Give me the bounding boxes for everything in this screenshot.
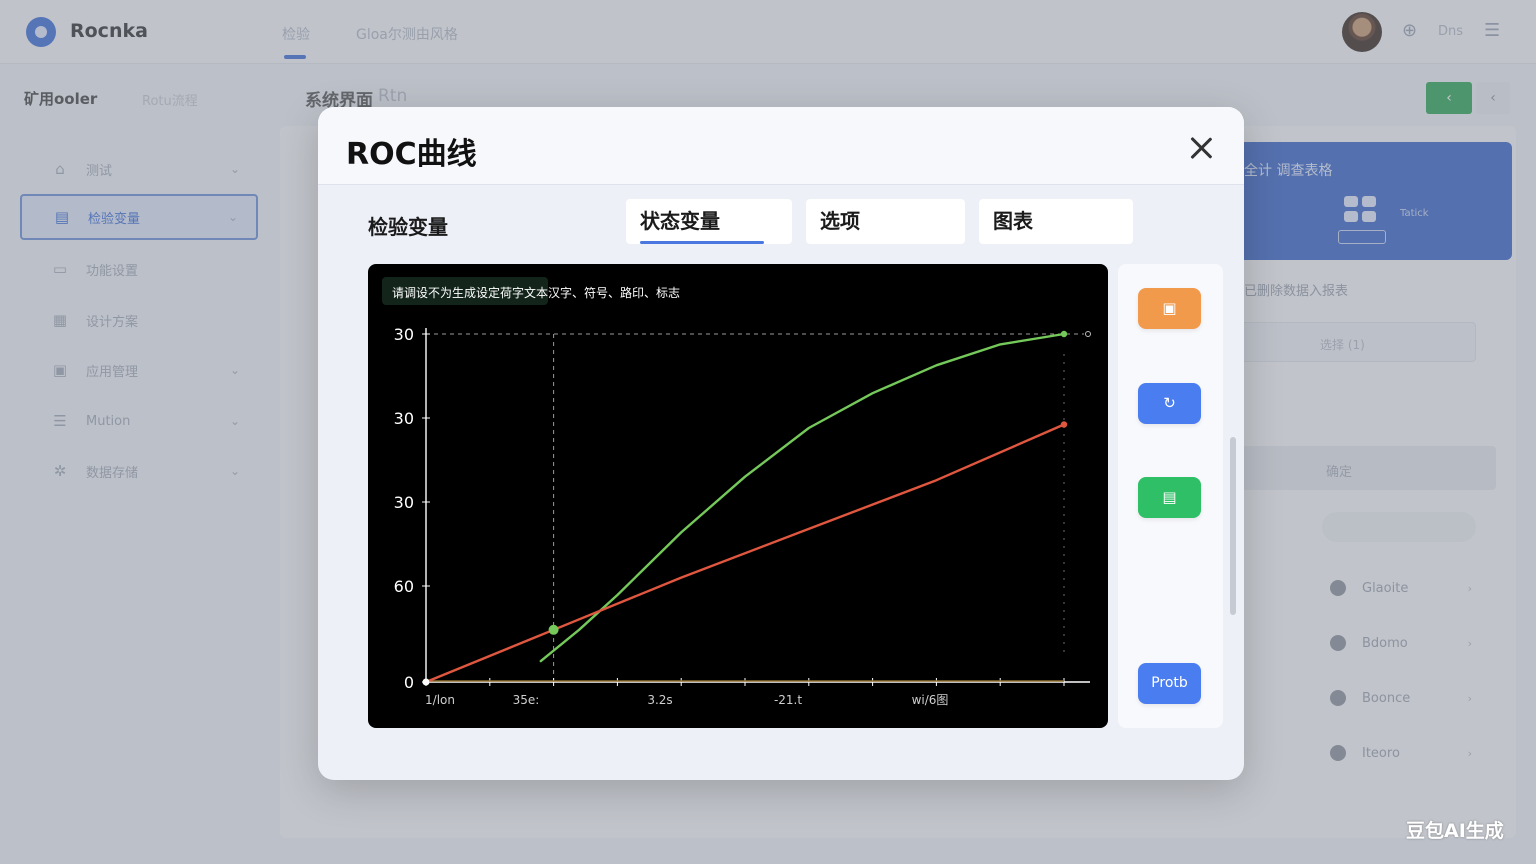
x-tick-label: 3.2s [647,693,672,707]
y-tick-label: 30 [394,325,414,344]
chart-annotation: 请调设不为生成设定荷字文本汉字、符号、路印、标志 [392,285,680,300]
x-tick-label: 35e: [513,693,540,707]
roc-chart-svg: 请调设不为生成设定荷字文本汉字、符号、路印、标志 30 30 30 60 0 1/lon 35… [382,277,1091,707]
series-line-1 [424,423,1066,684]
refresh-button[interactable]: ↻ [1138,383,1201,424]
origin-point [422,678,430,686]
roc-chart: 请调设不为生成设定荷字文本汉字、符号、路印、标志 30 30 30 60 0 1/lon 35… [368,264,1108,728]
dialog-scrollbar[interactable] [1230,437,1236,615]
x-tick-label: -21.t [774,693,802,707]
tab-label: 选项 [820,209,860,233]
active-tab-indicator [640,241,764,244]
guide-end-marker [1085,331,1091,337]
roc-dialog: ROC曲线 检验变量 状态变量 选项 图表 请调设不为生成设定荷字文本汉字、符号… [318,107,1244,780]
series-end-point-1 [1060,421,1068,428]
y-tick-label: 30 [394,493,414,512]
tab-status-variable[interactable]: 状态变量 [626,199,792,244]
intersection-point [548,624,559,635]
tab-chart[interactable]: 图表 [979,199,1133,244]
y-tick-label: 60 [394,577,414,596]
dialog-header: ROC曲线 [318,107,1244,185]
dialog-title: ROC曲线 [346,137,477,172]
save-icon: ▤ [1162,488,1177,506]
x-tick-label: 1/lon [425,693,455,707]
tab-options[interactable]: 选项 [806,199,965,244]
test-variable-label: 检验变量 [368,215,448,239]
close-icon[interactable] [1184,131,1218,165]
series-end-point-0 [1060,330,1068,338]
x-tick-label: wi/6图 [912,693,949,707]
export-image-button[interactable]: ▣ [1138,288,1201,329]
y-tick-label: 30 [394,409,414,428]
save-button[interactable]: ▤ [1138,477,1201,518]
series-line-0 [539,332,1066,663]
tab-label: 状态变量 [640,209,720,233]
refresh-icon: ↻ [1163,394,1176,412]
y-tick-label: 0 [404,673,414,692]
tab-label: 图表 [993,209,1033,233]
chart-action-panel: ▣ ↻ ▤ Protb [1118,264,1223,728]
primary-action-button[interactable]: Protb [1138,663,1201,704]
watermark: 豆包AI生成 [1406,820,1504,842]
image-icon: ▣ [1162,299,1177,317]
